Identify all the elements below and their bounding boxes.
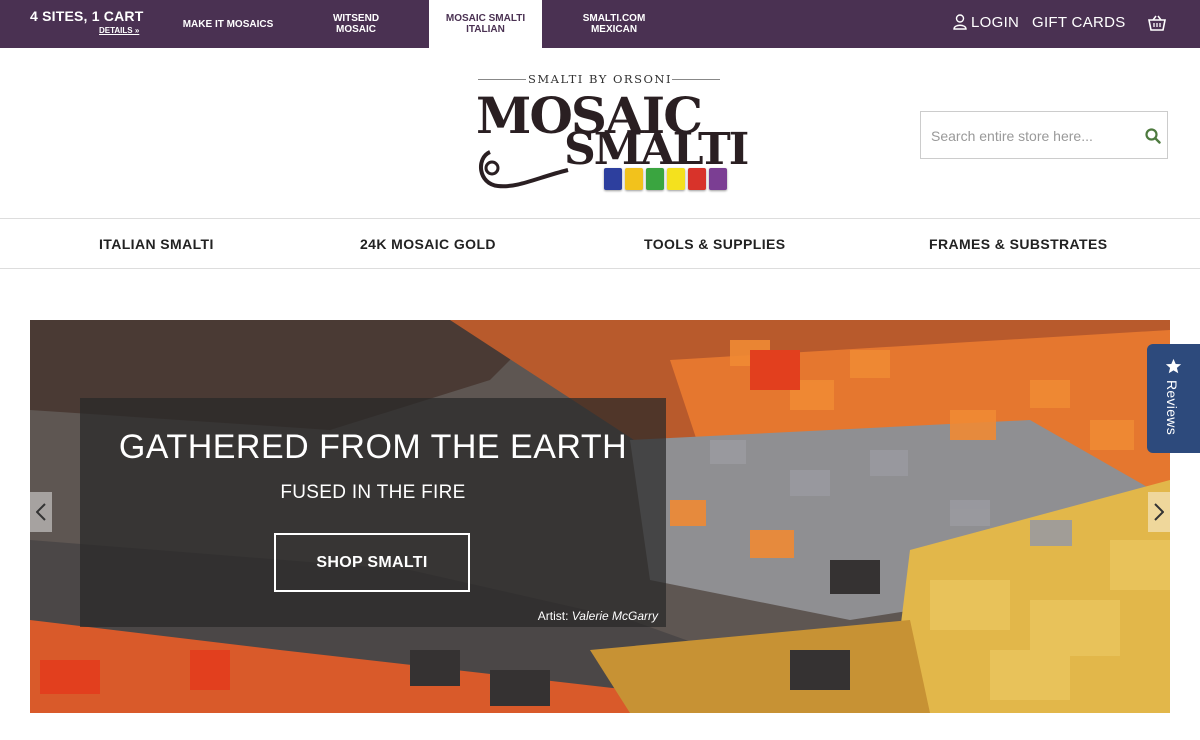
reviews-label: Reviews (1164, 380, 1180, 436)
promo-block: 4 SITES, 1 CART DETAILS » (30, 8, 144, 35)
brand-logo[interactable]: SMALTI BY ORSONI MOSAIC SMALTI (476, 72, 749, 197)
top-bar: 4 SITES, 1 CART DETAILS » MAKE IT MOSAIC… (0, 0, 1200, 48)
search-input[interactable] (929, 124, 1133, 148)
site-tab-witsend-mosaic[interactable]: WITSEND MOSAIC (300, 0, 412, 48)
site-tab-smalti-com-mexican[interactable]: SMALTI.COM MEXICAN (556, 0, 672, 48)
user-icon[interactable] (953, 14, 967, 35)
swirl-ornament (479, 150, 569, 189)
promo-title: 4 SITES, 1 CART (30, 8, 144, 24)
chevron-left-icon[interactable] (30, 492, 52, 532)
search-icon[interactable] (1145, 128, 1161, 149)
nav-item-24k-mosaic-gold[interactable]: 24K MOSAIC GOLD (360, 236, 496, 252)
tile-blue (604, 168, 622, 190)
hero-subtitle: FUSED IN THE FIRE (280, 482, 466, 503)
credit-name: Valerie McGarry (571, 609, 658, 623)
hero-overlay: GATHERED FROM THE EARTH FUSED IN THE FIR… (80, 398, 666, 627)
nav-item-italian-smalti[interactable]: ITALIAN SMALTI (99, 236, 214, 252)
search-box (920, 111, 1168, 159)
hero-title: GATHERED FROM THE EARTH (118, 428, 628, 466)
credit-prefix: Artist: (537, 609, 569, 623)
nav-item-tools-supplies[interactable]: TOOLS & SUPPLIES (644, 236, 786, 252)
tile-yellow (625, 168, 643, 190)
site-tab-make-it-mosaics[interactable]: MAKE IT MOSAICS (168, 0, 288, 48)
login-link[interactable]: LOGIN (971, 14, 1019, 31)
nav-item-frames-substrates[interactable]: FRAMES & SUBSTRATES (929, 236, 1107, 252)
basket-icon[interactable] (1148, 15, 1166, 36)
tile-green (646, 168, 664, 190)
chevron-right-icon[interactable] (1148, 492, 1170, 532)
shop-smalti-button[interactable]: SHOP SMALTI (274, 533, 470, 592)
brand-subtitle: SMALTI BY ORSONI (476, 72, 724, 86)
site-tab-mosaic-smalti-italian[interactable]: MOSAIC SMALTI ITALIAN (429, 0, 542, 48)
star-icon (1165, 358, 1182, 380)
hero-banner: GATHERED FROM THE EARTH FUSED IN THE FIR… (30, 320, 1170, 713)
tile-light-yellow (667, 168, 685, 190)
promo-details-link[interactable]: DETAILS » (99, 26, 139, 35)
gift-cards-link[interactable]: GIFT CARDS (1032, 14, 1126, 31)
tile-purple (709, 168, 727, 190)
main-nav: ITALIAN SMALTI 24K MOSAIC GOLD TOOLS & S… (0, 218, 1200, 269)
color-tiles (604, 168, 727, 190)
artist-credit: Artist: Valerie McGarry (538, 609, 658, 623)
tile-red (688, 168, 706, 190)
reviews-tab[interactable]: Reviews (1147, 344, 1200, 453)
